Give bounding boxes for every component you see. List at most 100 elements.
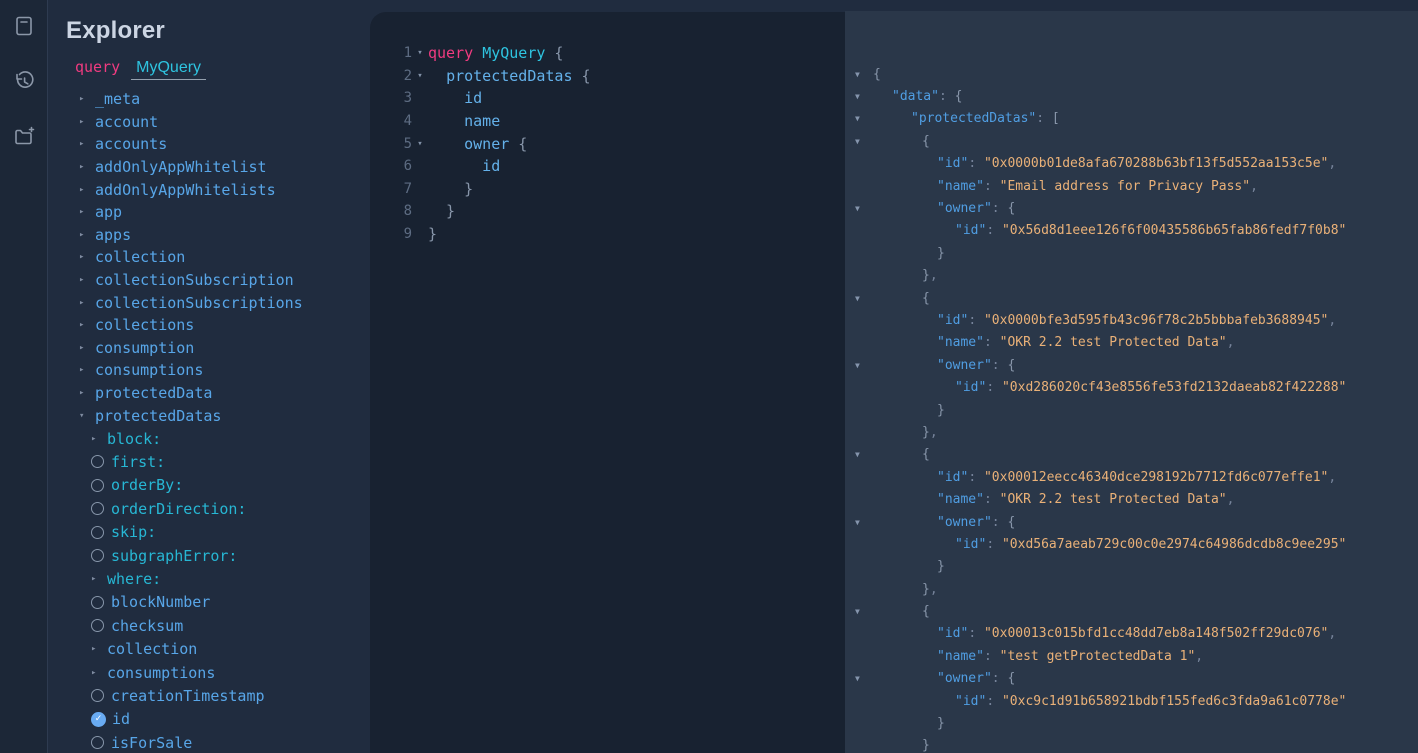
sidebar-subfield-subgraphError[interactable]: subgraphError: [91,544,369,567]
fold-arrow-icon[interactable]: ▼ [855,70,873,79]
fold-arrow-icon[interactable]: ▾ [412,48,428,58]
unchecked-radio-icon[interactable] [91,549,104,562]
unchecked-radio-icon[interactable] [91,526,104,539]
sidebar-field-account[interactable]: ▸account [79,111,369,134]
expand-caret-icon[interactable]: ▸ [79,139,95,149]
docs-icon[interactable] [11,13,37,39]
response-row-text: "name": "OKR 2.2 test Protected Data", [873,335,1234,350]
response-row: "id": "0xd286020cf43e8556fe53fd2132daeab… [855,376,1418,398]
unchecked-radio-icon[interactable] [91,596,104,609]
sidebar-subfield-collection[interactable]: ▸collection [91,637,369,660]
sidebar-subfield-skip[interactable]: skip: [91,520,369,543]
fold-arrow-icon[interactable]: ▼ [855,361,873,370]
expand-caret-icon[interactable]: ▸ [79,275,95,285]
fold-arrow-icon[interactable]: ▼ [855,114,873,123]
line-number: 7 [392,181,412,197]
unchecked-radio-icon[interactable] [91,736,104,749]
response-row-text: "owner": { [873,671,1015,686]
expand-caret-icon[interactable]: ▸ [79,94,95,104]
expand-caret-icon[interactable]: ▸ [79,252,95,262]
sidebar-field-collections[interactable]: ▸collections [79,314,369,337]
sidebar-field-addOnlyAppWhitelist[interactable]: ▸addOnlyAppWhitelist [79,156,369,179]
fold-arrow-icon[interactable]: ▾ [412,139,428,149]
fold-arrow-icon[interactable]: ▼ [855,450,873,459]
expand-caret-icon[interactable]: ▸ [79,343,95,353]
response-row-text: "protectedDatas": [ [873,111,1060,126]
expand-caret-icon[interactable]: ▸ [79,365,95,375]
fold-arrow-icon[interactable]: ▼ [855,518,873,527]
response-row: "id": "0x00013c015bfd1cc48dd7eb8a148f502… [855,623,1418,645]
new-tab-folder-icon[interactable] [11,123,37,149]
fold-arrow-icon[interactable]: ▼ [855,674,873,683]
response-row: ▼{ [855,287,1418,309]
fold-arrow-icon[interactable]: ▾ [412,71,428,81]
response-row-text: "id": "0x0000b01de8afa670288b63bf13f5d55… [873,156,1336,171]
sidebar-field-apps[interactable]: ▸apps [79,224,369,247]
sidebar-field-app[interactable]: ▸app [79,201,369,224]
expand-caret-icon[interactable]: ▸ [79,185,95,195]
field-label: block: [107,430,161,448]
expand-caret-icon[interactable]: ▸ [91,644,107,654]
response-row-text: "data": { [873,89,962,104]
unchecked-radio-icon[interactable] [91,619,104,632]
response-row: ▼{ [855,63,1418,85]
sidebar-subfield-checksum[interactable]: checksum [91,614,369,637]
sidebar-subfield-blockNumber[interactable]: blockNumber [91,591,369,614]
expand-caret-icon[interactable]: ▸ [79,207,95,217]
checked-icon[interactable]: ✓ [91,712,106,727]
fold-arrow-icon[interactable]: ▼ [855,294,873,303]
expand-caret-icon[interactable]: ▸ [79,388,95,398]
code-text: } [428,225,437,243]
history-icon[interactable] [11,68,37,94]
sidebar-field-consumptions[interactable]: ▸consumptions [79,359,369,382]
expand-caret-icon[interactable]: ▸ [91,574,107,584]
sidebar-field-protectedDatas[interactable]: ▾protectedDatas [79,404,369,427]
sidebar-subfield-orderBy[interactable]: orderBy: [91,474,369,497]
fold-arrow-icon[interactable]: ▼ [855,137,873,146]
sidebar-subfield-orderDirection[interactable]: orderDirection: [91,497,369,520]
unchecked-radio-icon[interactable] [91,502,104,515]
sidebar-subfield-id[interactable]: ✓id [91,708,369,731]
sidebar-subfield-where[interactable]: ▸where: [91,567,369,590]
sidebar-field-_meta[interactable]: ▸_meta [79,88,369,111]
unchecked-radio-icon[interactable] [91,689,104,702]
expand-caret-icon[interactable]: ▸ [91,434,107,444]
expand-caret-icon[interactable]: ▸ [79,162,95,172]
sidebar-subfield-block[interactable]: ▸block: [91,427,369,450]
query-editor-panel[interactable]: 1▾query MyQuery {2▾ protectedDatas {3 id… [370,12,845,753]
operation-name-input[interactable]: MyQuery [131,59,206,80]
sidebar-subfield-first[interactable]: first: [91,450,369,473]
fold-arrow-icon[interactable]: ▼ [855,92,873,101]
sidebar-field-protectedData[interactable]: ▸protectedData [79,382,369,405]
operation-keyword: query [75,58,120,76]
sidebar-field-consumption[interactable]: ▸consumption [79,337,369,360]
field-label: addOnlyAppWhitelist [95,158,267,176]
sidebar-subfield-isForSale[interactable]: isForSale [91,731,369,753]
fold-arrow-icon[interactable]: ▼ [855,607,873,616]
response-row-text: "name": "test getProtectedData 1", [873,649,1203,664]
expand-caret-icon[interactable]: ▸ [91,668,107,678]
expand-caret-icon[interactable]: ▾ [79,411,95,421]
sidebar-subfield-consumptions[interactable]: ▸consumptions [91,661,369,684]
field-label: skip: [111,523,156,541]
sidebar-field-collectionSubscription[interactable]: ▸collectionSubscription [79,269,369,292]
sidebar-subfield-creationTimestamp[interactable]: creationTimestamp [91,684,369,707]
unchecked-radio-icon[interactable] [91,479,104,492]
fold-arrow-icon[interactable]: ▼ [855,204,873,213]
field-label: collection [107,640,197,658]
sidebar-field-collection[interactable]: ▸collection [79,246,369,269]
expand-caret-icon[interactable]: ▸ [79,230,95,240]
sidebar-field-collectionSubscriptions[interactable]: ▸collectionSubscriptions [79,291,369,314]
expand-caret-icon[interactable]: ▸ [79,117,95,127]
unchecked-radio-icon[interactable] [91,455,104,468]
query-editor[interactable]: 1▾query MyQuery {2▾ protectedDatas {3 id… [392,42,591,245]
response-row-text: "id": "0x56d8d1eee126f6f00435586b65fab86… [873,223,1346,238]
field-label: collections [95,316,194,334]
response-row-text: { [873,134,930,149]
expand-caret-icon[interactable]: ▸ [79,320,95,330]
sidebar-field-addOnlyAppWhitelists[interactable]: ▸addOnlyAppWhitelists [79,178,369,201]
field-label: orderDirection: [111,500,246,518]
line-number: 2 [392,68,412,84]
sidebar-field-accounts[interactable]: ▸accounts [79,133,369,156]
expand-caret-icon[interactable]: ▸ [79,298,95,308]
